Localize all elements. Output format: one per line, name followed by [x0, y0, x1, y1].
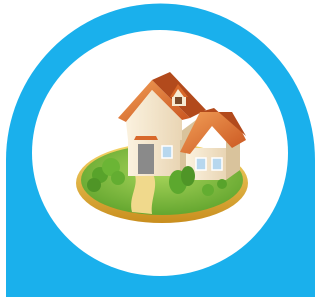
home-app-icon[interactable] — [0, 0, 321, 297]
home-icon — [6, 3, 315, 297]
